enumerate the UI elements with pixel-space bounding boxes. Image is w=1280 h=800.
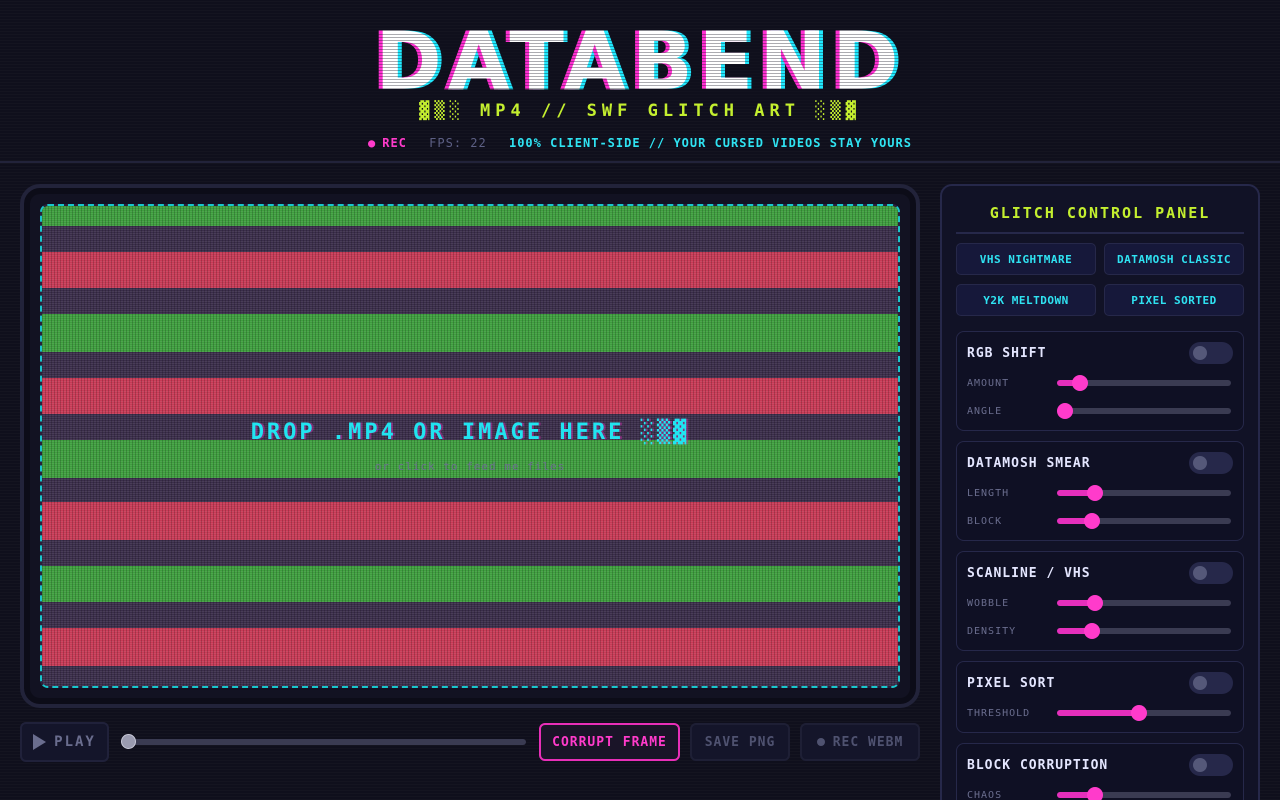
param-label: AMOUNT — [967, 378, 1010, 389]
scanline-toggle[interactable] — [1189, 562, 1233, 584]
param-label: THRESHOLD — [967, 708, 1031, 719]
save-png-button[interactable]: SAVE PNG — [690, 723, 790, 761]
preset-pixel-sorted[interactable]: PIXEL SORTED — [1104, 284, 1244, 316]
slider-thumb[interactable] — [1071, 375, 1088, 391]
play-button[interactable]: PLAY — [20, 722, 109, 762]
play-label: PLAY — [54, 734, 96, 750]
rec-indicator: ● REC — [368, 136, 407, 150]
noise-band — [42, 502, 898, 540]
preset-vhs-nightmare[interactable]: VHS NIGHTMARE — [956, 243, 1096, 275]
datamosh-block-slider[interactable] — [1057, 513, 1231, 529]
timeline-scrubber[interactable] — [128, 739, 526, 745]
param-label: ANGLE — [967, 406, 1003, 417]
timeline-scrubber-thumb[interactable] — [121, 734, 136, 749]
preset-datamosh-classic[interactable]: DATAMOSH CLASSIC — [1104, 243, 1244, 275]
datamosh-toggle[interactable] — [1189, 452, 1233, 474]
effect-scanline-vhs: SCANLINE / VHS WOBBLE DENSITY — [956, 551, 1244, 651]
noise-band — [42, 288, 898, 314]
rgb-shift-toggle[interactable] — [1189, 342, 1233, 364]
noise-band — [42, 314, 898, 352]
drop-zone-label: DROP .MP4 OR IMAGE HERE ░▒▓ — [250, 420, 690, 445]
rec-webm-button[interactable]: REC WEBM — [800, 723, 920, 761]
effect-name: PIXEL SORT — [967, 676, 1056, 691]
noise-band — [42, 478, 898, 502]
noise-band — [42, 666, 898, 686]
drop-zone[interactable]: DROP .MP4 OR IMAGE HERE ░▒▓ or click to … — [40, 204, 900, 688]
effect-rgb-shift: RGB SHIFT AMOUNT ANGLE — [956, 331, 1244, 431]
rec-label: REC — [382, 136, 407, 150]
vhs-wobble-slider[interactable] — [1057, 595, 1231, 611]
slider-thumb[interactable] — [1057, 403, 1073, 419]
param-label: WOBBLE — [967, 598, 1010, 609]
noise-band — [42, 566, 898, 602]
effect-name: BLOCK CORRUPTION — [967, 758, 1109, 773]
rgb-angle-slider[interactable] — [1057, 403, 1231, 419]
param-label: CHAOS — [967, 790, 1003, 800]
effect-name: SCANLINE / VHS — [967, 566, 1091, 581]
rec-dot-icon: ● — [368, 136, 377, 150]
noise-band — [42, 252, 898, 288]
panel-title: GLITCH CONTROL PANEL — [956, 204, 1244, 234]
status-line: ● REC FPS: 22 100% CLIENT-SIDE // YOUR CU… — [0, 136, 1280, 150]
effect-name: RGB SHIFT — [967, 346, 1047, 361]
effect-datamosh-smear: DATAMOSH SMEAR LENGTH BLOCK — [956, 441, 1244, 541]
rec-webm-label: REC WEBM — [832, 734, 904, 750]
slider-thumb[interactable] — [1087, 595, 1104, 611]
slider-thumb[interactable] — [1087, 485, 1104, 501]
datamosh-length-slider[interactable] — [1057, 485, 1231, 501]
play-icon — [33, 734, 47, 750]
block-corruption-toggle[interactable] — [1189, 754, 1233, 776]
slider-fill — [1057, 710, 1139, 716]
fps-counter: FPS: 22 — [429, 136, 487, 150]
glitch-control-panel: GLITCH CONTROL PANEL VHS NIGHTMARE DATAM… — [940, 184, 1260, 800]
param-label: BLOCK — [967, 516, 1003, 527]
preset-y2k-meltdown[interactable]: Y2K MELTDOWN — [956, 284, 1096, 316]
app-header: DATABEND ▓▒░ MP4 // SWF GLITCH ART ░▒▓ ●… — [0, 0, 1280, 163]
noise-band — [42, 352, 898, 378]
pixel-sort-threshold-slider[interactable] — [1057, 705, 1231, 721]
param-label: DENSITY — [967, 626, 1017, 637]
noise-band — [42, 602, 898, 628]
corrupt-frame-button[interactable]: CORRUPT FRAME — [539, 723, 680, 761]
toggle-knob — [1193, 346, 1207, 360]
slider-thumb[interactable] — [1087, 787, 1104, 800]
app-logo: DATABEND — [0, 20, 1280, 104]
pixel-sort-toggle[interactable] — [1189, 672, 1233, 694]
effect-block-corruption: BLOCK CORRUPTION CHAOS — [956, 743, 1244, 800]
block-chaos-slider[interactable] — [1057, 787, 1231, 800]
slider-thumb[interactable] — [1083, 623, 1100, 639]
slider-thumb[interactable] — [1130, 705, 1147, 721]
param-label: LENGTH — [967, 488, 1010, 499]
app-subtitle: ▓▒░ MP4 // SWF GLITCH ART ░▒▓ — [419, 101, 861, 121]
noise-band — [42, 206, 898, 226]
toggle-knob — [1193, 676, 1207, 690]
record-dot-icon — [816, 738, 825, 746]
noise-band — [42, 540, 898, 566]
toggle-knob — [1193, 456, 1207, 470]
noise-band — [42, 628, 898, 666]
vhs-density-slider[interactable] — [1057, 623, 1231, 639]
toggle-knob — [1193, 566, 1207, 580]
privacy-note: 100% CLIENT-SIDE // YOUR CURSED VIDEOS S… — [508, 136, 912, 150]
toggle-knob — [1193, 758, 1207, 772]
effect-name: DATAMOSH SMEAR — [967, 456, 1091, 471]
rgb-amount-slider[interactable] — [1057, 375, 1231, 391]
drop-zone-sublabel: or click to feed me files — [374, 460, 566, 473]
noise-band — [42, 226, 898, 252]
monitor-frame: DROP .MP4 OR IMAGE HERE ░▒▓ or click to … — [20, 184, 920, 708]
noise-band — [42, 378, 898, 414]
slider-thumb[interactable] — [1083, 513, 1100, 529]
effect-pixel-sort: PIXEL SORT THRESHOLD — [956, 661, 1244, 733]
